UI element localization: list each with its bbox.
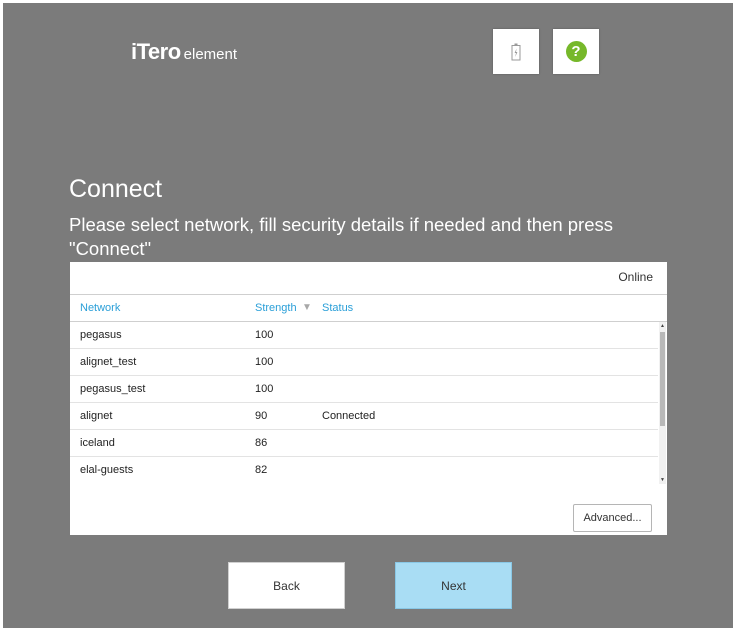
- network-strength: 86: [255, 437, 268, 449]
- scroll-thumb[interactable]: [660, 332, 665, 426]
- sort-down-icon[interactable]: ▼: [302, 302, 312, 313]
- help-icon: ?: [565, 41, 587, 62]
- column-network[interactable]: Network: [80, 302, 120, 314]
- scroll-down-icon[interactable]: ▼: [659, 477, 666, 483]
- column-status[interactable]: Status: [322, 302, 353, 314]
- network-row[interactable]: alignet_test 100: [70, 349, 658, 376]
- logo-product: element: [183, 46, 238, 63]
- column-strength[interactable]: Strength: [255, 302, 297, 314]
- network-strength: 90: [255, 410, 268, 422]
- network-row[interactable]: alignet 90 Connected: [70, 403, 658, 430]
- network-strength: 100: [255, 329, 274, 341]
- scroll-up-icon[interactable]: ▲: [659, 323, 666, 329]
- network-row[interactable]: pegasus 100: [70, 322, 658, 349]
- logo-brand: iTero: [131, 39, 181, 64]
- next-button[interactable]: Next: [395, 562, 512, 609]
- network-strength: 100: [255, 383, 274, 395]
- network-strength: 100: [255, 356, 274, 368]
- battery-button[interactable]: [493, 29, 539, 74]
- page-subtitle: Please select network, fill security det…: [69, 214, 613, 259]
- screen: iTero element ? Connect Please select ne…: [3, 3, 733, 628]
- network-status: Connected: [322, 410, 376, 422]
- list-scrollbar[interactable]: ▲ ▼: [659, 322, 666, 484]
- network-name: alignet_test: [80, 356, 137, 368]
- back-button[interactable]: Back: [228, 562, 345, 609]
- network-list: pegasus 100 alignet_test 100 pegasus_tes…: [70, 322, 658, 480]
- network-name: pegasus_test: [80, 383, 146, 395]
- help-button[interactable]: ?: [553, 29, 599, 74]
- network-name: iceland: [80, 437, 115, 449]
- page-title: Connect: [69, 175, 163, 203]
- network-panel: Online Network Strength ▼ Status pegasus…: [70, 262, 667, 535]
- network-row[interactable]: elal-guests 82: [70, 457, 658, 480]
- battery-icon: [511, 43, 521, 60]
- advanced-button[interactable]: Advanced...: [573, 504, 652, 532]
- connection-status: Online: [618, 270, 653, 284]
- itero-logo: iTero element: [131, 39, 237, 65]
- network-strength: 82: [255, 464, 268, 476]
- network-name: alignet: [80, 410, 113, 422]
- network-row[interactable]: pegasus_test 100: [70, 376, 658, 403]
- network-row[interactable]: iceland 86: [70, 430, 658, 457]
- table-header: Network Strength ▼ Status: [70, 294, 667, 322]
- network-name: pegasus: [80, 329, 122, 341]
- network-name: elal-guests: [80, 464, 134, 476]
